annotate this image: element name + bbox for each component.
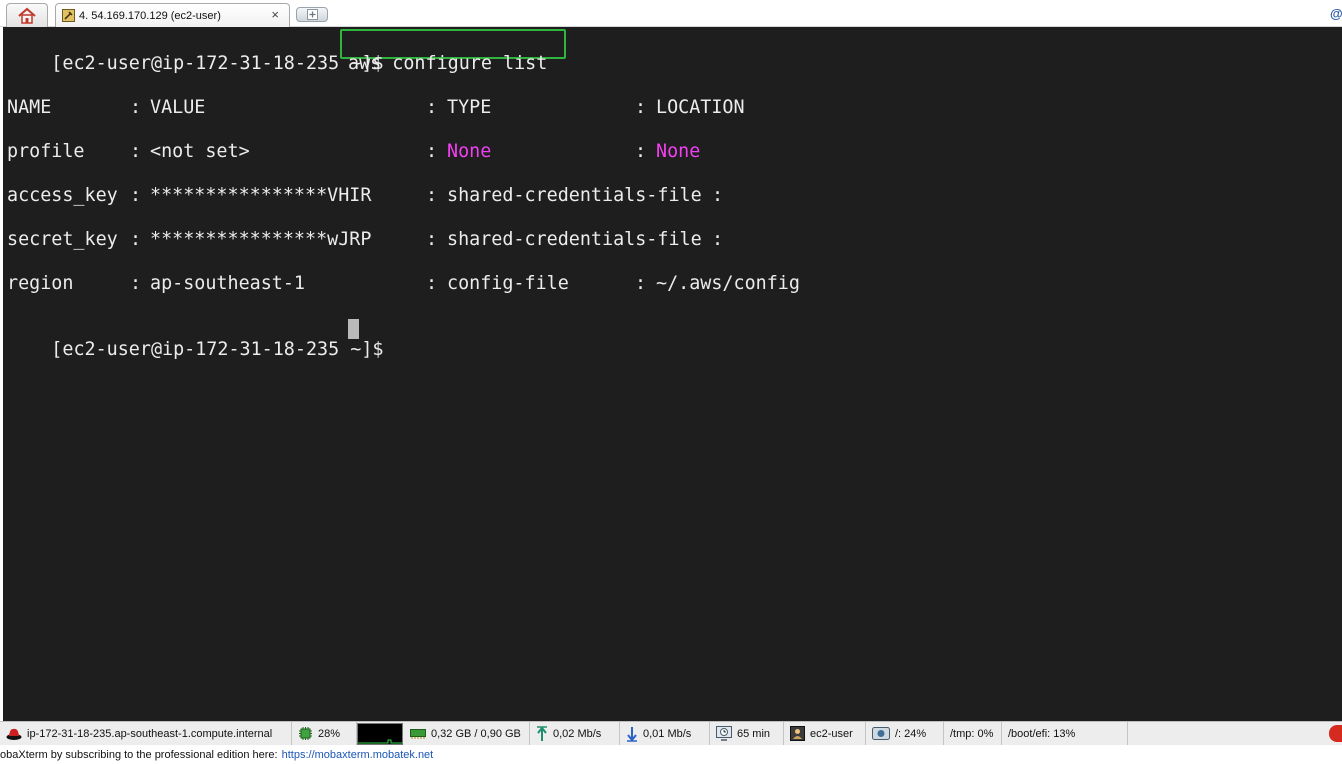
status-disk-boot[interactable]: /boot/efi: 13% [1002, 722, 1128, 745]
monitor-clock-icon [716, 726, 732, 741]
row-sep: : [130, 229, 142, 250]
row-value: ****************VHIR [150, 185, 372, 206]
row-sep: : [130, 141, 142, 162]
status-download[interactable]: 0,01 Mb/s [620, 722, 710, 745]
row-type: shared-credentials-file [447, 229, 702, 250]
col-location: LOCATION [656, 97, 745, 118]
wrench-terminal-icon [62, 9, 75, 22]
home-icon [18, 7, 36, 24]
config-row-profile: profile : <not set> : None : None [7, 141, 1007, 163]
row-type: config-file [447, 273, 569, 294]
command-text: aws configure list [348, 53, 548, 74]
row-sep: : [426, 229, 438, 250]
tab-label: 4. 54.169.170.129 (ec2-user) [79, 9, 221, 22]
col-sep: : [426, 97, 438, 118]
cpu-label: 28% [318, 727, 341, 740]
status-disk-tmp[interactable]: /tmp: 0% [944, 722, 1002, 745]
status-memory[interactable]: 0,32 GB / 0,90 GB [404, 722, 530, 745]
row-location: None [656, 141, 701, 162]
col-sep: : [130, 97, 142, 118]
row-sep: : [426, 141, 438, 162]
home-tab[interactable] [6, 3, 48, 27]
row-type: None [447, 141, 492, 162]
connection-icon[interactable]: @ [1330, 6, 1342, 21]
download-label: 0,01 Mb/s [643, 727, 692, 740]
row-name: access_key [7, 185, 118, 206]
row-name: secret_key [7, 229, 118, 250]
new-tab-button[interactable] [296, 7, 328, 22]
row-name: region [7, 273, 74, 294]
disk-tmp-label: /tmp: 0% [950, 727, 994, 740]
row-value: <not set> [150, 141, 250, 162]
status-user[interactable]: ec2-user [784, 722, 866, 745]
disk-root-label: /: 24% [895, 727, 927, 740]
row-type: shared-credentials-file [447, 185, 702, 206]
terminal[interactable]: [ec2-user@ip-172-31-18-235 ~]$ aws config… [3, 27, 1342, 721]
header-row: NAME : VALUE : TYPE : LOCATION [7, 97, 1007, 119]
disk-boot-label: /boot/efi: 13% [1008, 727, 1076, 740]
status-upload[interactable]: 0,02 Mb/s [530, 722, 620, 745]
session-tab[interactable]: 4. 54.169.170.129 (ec2-user) × [55, 3, 290, 27]
promo-text: obaXterm by subscribing to the professio… [0, 748, 278, 761]
shell-prompt: [ec2-user@ip-172-31-18-235 ~]$ [51, 339, 384, 360]
row-sep: : [130, 273, 142, 294]
status-disk-root[interactable]: /: 24% [866, 722, 944, 745]
tab-bar: 4. 54.169.170.129 (ec2-user) × @ [0, 0, 1342, 27]
host-label: ip-172-31-18-235.ap-southeast-1.compute.… [27, 727, 273, 740]
promo-link[interactable]: https://mobaxterm.mobatek.net [282, 749, 434, 761]
row-sep: : [426, 185, 438, 206]
row-sep: : [712, 185, 724, 206]
row-value: ap-southeast-1 [150, 273, 306, 294]
close-tab-icon[interactable]: × [271, 7, 279, 22]
shell-prompt: [ec2-user@ip-172-31-18-235 ~]$ [51, 53, 384, 74]
col-name: NAME [7, 97, 52, 118]
disk-icon [872, 727, 890, 740]
row-sep: : [426, 273, 438, 294]
redhat-icon [6, 728, 22, 740]
user-badge-icon [790, 726, 805, 741]
row-name: profile [7, 141, 85, 162]
row-value: ****************wJRP [150, 229, 372, 250]
prompt-line: [ec2-user@ip-172-31-18-235 ~]$ [7, 317, 383, 383]
upload-label: 0,02 Mb/s [553, 727, 602, 740]
row-sep: : [635, 273, 647, 294]
status-host[interactable]: ip-172-31-18-235.ap-southeast-1.compute.… [0, 722, 292, 745]
cpu-graph [357, 723, 403, 745]
status-uptime[interactable]: 65 min [710, 722, 784, 745]
status-bar: ip-172-31-18-235.ap-southeast-1.compute.… [0, 721, 1342, 745]
col-sep: : [635, 97, 647, 118]
row-sep: : [635, 141, 647, 162]
uptime-label: 65 min [737, 727, 771, 740]
upload-arrow-icon [537, 725, 547, 741]
memory-icon [410, 729, 426, 739]
config-row-access-key: access_key : ****************VHIR : shar… [7, 185, 1007, 207]
command-line: [ec2-user@ip-172-31-18-235 ~]$ aws config… [7, 31, 547, 97]
row-location: ~/.aws/config [656, 273, 800, 294]
config-row-region: region : ap-southeast-1 : config-file : … [7, 273, 1007, 295]
error-indicator-icon[interactable] [1329, 725, 1342, 742]
config-row-secret-key: secret_key : ****************wJRP : shar… [7, 229, 1007, 251]
terminal-cursor [348, 319, 359, 339]
memory-label: 0,32 GB / 0,90 GB [431, 727, 521, 740]
add-tab-icon [306, 9, 318, 20]
status-cpu[interactable]: 28% [292, 722, 357, 745]
row-sep: : [130, 185, 142, 206]
cpu-icon [299, 727, 312, 740]
row-sep: : [712, 229, 724, 250]
col-value: VALUE [150, 97, 206, 118]
user-label: ec2-user [810, 727, 853, 740]
promo-footer: obaXterm by subscribing to the professio… [0, 745, 1342, 764]
col-type: TYPE [447, 97, 492, 118]
download-arrow-icon [627, 726, 637, 742]
